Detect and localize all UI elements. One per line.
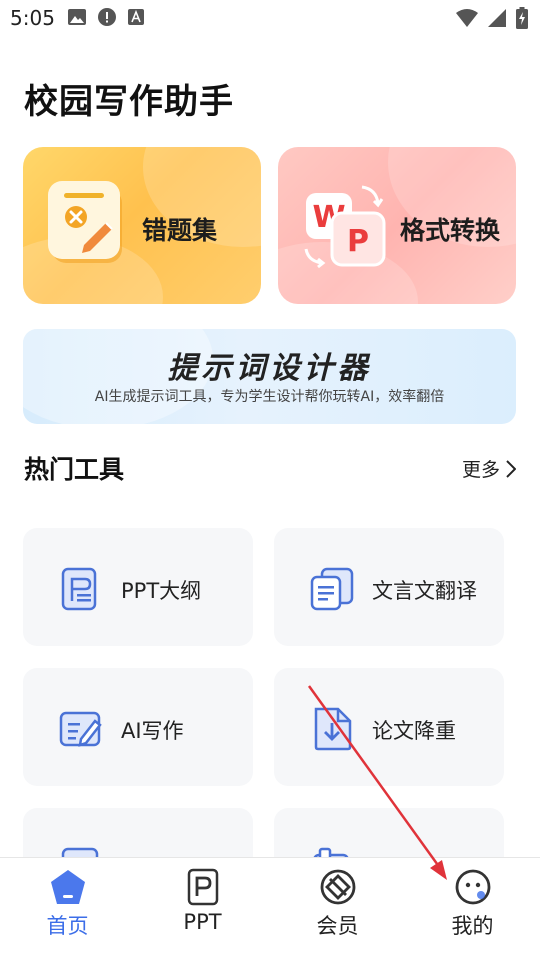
download-doc-icon: [314, 707, 352, 751]
word-to-ppt-icon: W P: [304, 185, 386, 269]
more-link[interactable]: 更多: [462, 455, 516, 482]
banner-subtitle: AI生成提示词工具，专为学生设计帮你玩转AI，效率翻倍: [94, 389, 445, 405]
bottom-tab-bar: 首页 PPT 会员 我的: [0, 857, 540, 961]
tab-home[interactable]: 首页: [0, 858, 135, 961]
wrong-questions-title: 错题集: [142, 216, 218, 245]
tool-label: AI写作: [121, 719, 184, 743]
tool-paper-rewrite[interactable]: 论文降重: [274, 668, 504, 786]
tab-label: PPT: [183, 910, 222, 934]
tool-classical-translate[interactable]: 文言文翻译: [274, 528, 504, 646]
tab-label: 我的: [451, 914, 494, 938]
prompt-designer-banner[interactable]: 提示词设计器 AI生成提示词工具，专为学生设计帮你玩转AI，效率翻倍: [23, 329, 516, 424]
tool-label: 文言文翻译: [372, 579, 477, 603]
tab-membership[interactable]: 会员: [270, 858, 405, 961]
ppt-letter: P: [347, 224, 369, 259]
tool-ai-writing[interactable]: AI写作: [23, 668, 253, 786]
format-convert-title: 格式转换: [400, 216, 501, 245]
hot-tools-title: 热门工具: [24, 455, 125, 484]
profile-face-icon: [455, 869, 490, 905]
status-time: 5:05: [10, 6, 55, 30]
membership-icon: [320, 869, 355, 905]
signal-icon: [488, 9, 506, 27]
text-a-icon: [128, 9, 144, 25]
tool-label: PPT大纲: [121, 579, 202, 603]
tab-label: 首页: [46, 914, 89, 938]
wrong-questions-card[interactable]: 错题集: [23, 147, 261, 304]
translate-doc-icon: [310, 567, 354, 611]
page-title: 校园写作助手: [24, 82, 234, 122]
wifi-icon: [456, 9, 478, 27]
status-bar: 5:05: [0, 0, 540, 36]
tool-ppt-outline[interactable]: PPT大纲: [23, 528, 253, 646]
tool-label: 论文降重: [372, 719, 456, 743]
tab-label: 会员: [316, 914, 359, 938]
chevron-right-icon: [506, 459, 516, 478]
error-notebook-icon: [48, 181, 122, 263]
gallery-icon: [68, 9, 86, 25]
alert-icon: [98, 8, 116, 26]
banner-title: 提示词设计器: [167, 351, 372, 386]
outline-doc-icon: [61, 567, 97, 611]
tab-ppt[interactable]: PPT: [135, 858, 270, 961]
battery-icon: [516, 7, 528, 29]
ppt-icon: [187, 868, 218, 906]
home-icon: [50, 870, 85, 904]
tab-profile[interactable]: 我的: [405, 858, 540, 961]
write-icon: [59, 711, 102, 747]
format-convert-card[interactable]: W P 格式转换: [278, 147, 516, 304]
more-label: 更多: [461, 459, 500, 481]
